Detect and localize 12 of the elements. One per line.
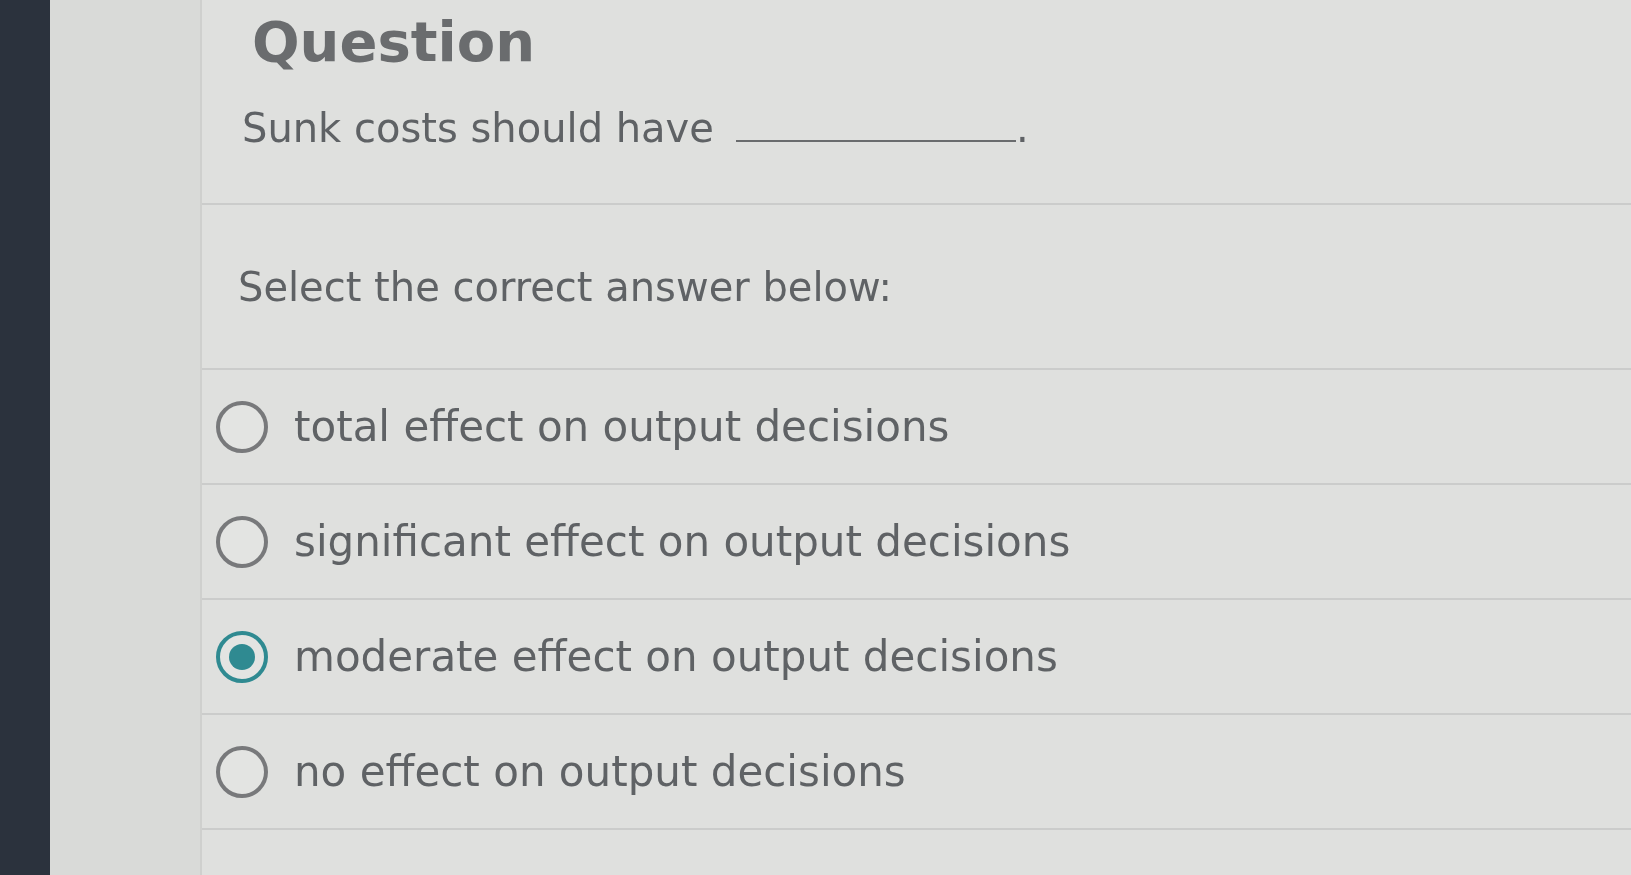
period-text: . — [1015, 105, 1029, 151]
radio-button[interactable] — [216, 630, 268, 683]
question-heading: Question — [252, 14, 536, 70]
radio-button[interactable] — [216, 745, 268, 798]
option-label[interactable]: significant effect on output decisions — [294, 517, 1071, 566]
radio-button[interactable] — [216, 400, 268, 453]
option-label[interactable]: no effect on output decisions — [294, 747, 906, 796]
radio-button[interactable] — [216, 515, 268, 568]
option-label[interactable]: total effect on output decisions — [294, 402, 950, 451]
instruction-text: Select the correct answer below: — [238, 263, 893, 310]
question-text: Sunk costs should have — [242, 105, 714, 151]
option-label[interactable]: moderate effect on output decisions — [294, 632, 1058, 681]
